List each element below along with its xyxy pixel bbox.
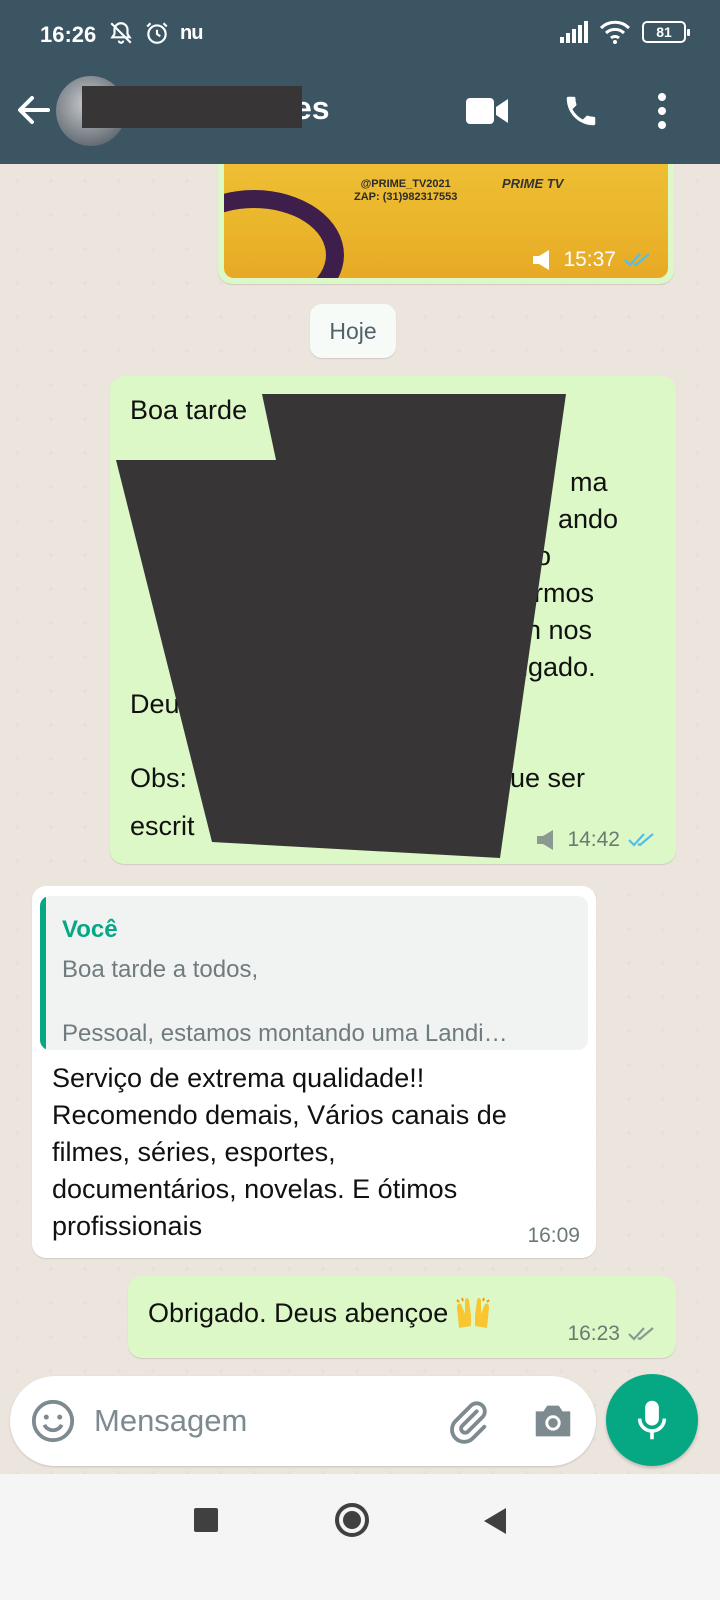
chat-area[interactable]: @PRIME_TV2021 ZAP: (31)982317553 PRIME T… — [0, 164, 720, 1500]
more-options-icon[interactable] — [656, 92, 668, 130]
message-meta: 16:09 — [527, 1224, 580, 1248]
signal-icon — [560, 21, 588, 43]
voice-record-button[interactable] — [606, 1374, 698, 1466]
chat-header: es — [0, 70, 720, 164]
redaction-box — [116, 394, 566, 858]
quote-text-line: Boa tarde a todos, — [62, 956, 259, 983]
alarm-icon — [146, 22, 168, 44]
message-meta: 16:23 — [567, 1322, 658, 1346]
phone-call-icon[interactable] — [562, 92, 600, 130]
battery-level: 81 — [656, 24, 672, 40]
status-time: 16:26 — [40, 22, 97, 47]
microphone-icon — [637, 1400, 667, 1440]
quote-author: Você — [62, 916, 118, 943]
status-notification-icons: nu — [108, 20, 203, 46]
recent-apps-icon[interactable] — [194, 1508, 218, 1532]
quote-text-line: Pessoal, estamos montando uma Landi… — [62, 1020, 508, 1047]
quoted-message[interactable]: Você Boa tarde a todos, Pessoal, estamos… — [40, 896, 588, 1050]
back-arrow-icon[interactable] — [14, 90, 54, 130]
video-call-icon[interactable] — [466, 96, 508, 126]
message-time: 16:23 — [567, 1322, 620, 1345]
bell-off-icon — [110, 22, 132, 44]
nu-carrier-icon: nu — [180, 21, 203, 44]
wifi-icon — [600, 20, 630, 44]
outgoing-message[interactable]: Obrigado. Deus abençoe 16:23 — [128, 1276, 676, 1358]
battery-icon: 81 — [642, 21, 690, 43]
paperclip-icon[interactable] — [446, 1398, 492, 1444]
raising-hands-emoji-icon — [455, 1297, 490, 1328]
double-check-icon — [628, 1327, 654, 1341]
message-composer — [10, 1376, 596, 1466]
status-bar: 16:26 nu 81 — [0, 0, 720, 70]
status-system-icons: 81 — [560, 20, 690, 44]
back-nav-icon[interactable] — [482, 1508, 508, 1534]
redaction-box — [82, 86, 302, 128]
incoming-message[interactable]: Você Boa tarde a todos, Pessoal, estamos… — [32, 886, 596, 1258]
system-navigation-bar — [0, 1474, 720, 1600]
quote-accent-bar — [40, 896, 46, 1050]
emoji-icon[interactable] — [30, 1398, 76, 1444]
message-time: 16:09 — [527, 1224, 580, 1247]
message-text: Obrigado. Deus abençoe — [148, 1298, 449, 1328]
message-text: Serviço de extrema qualidade!! Recomendo… — [52, 1063, 507, 1241]
home-icon[interactable] — [334, 1502, 370, 1538]
message-input[interactable] — [94, 1396, 404, 1446]
camera-icon[interactable] — [530, 1398, 576, 1444]
